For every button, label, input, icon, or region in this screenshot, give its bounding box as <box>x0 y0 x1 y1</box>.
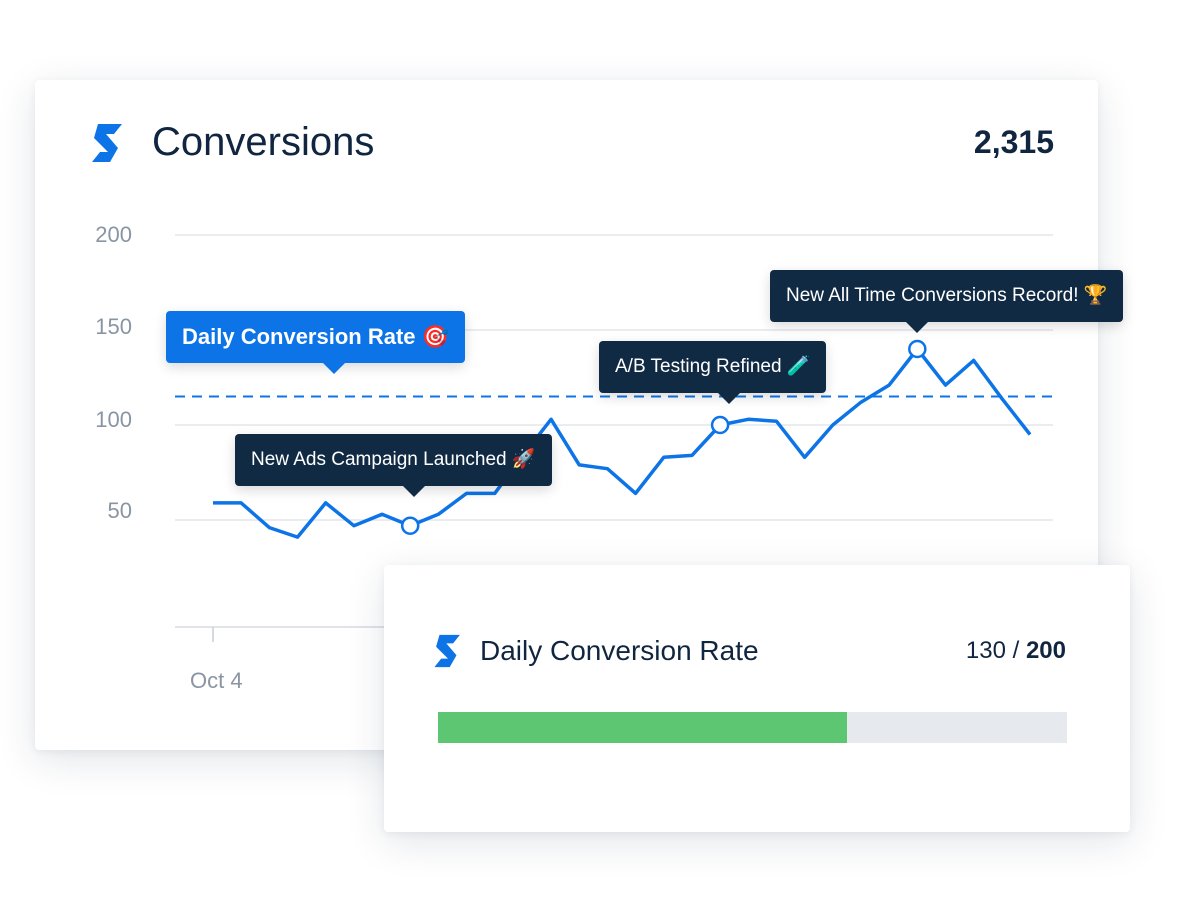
annotation-marker <box>908 339 927 359</box>
target-tooltip: Daily Conversion Rate 🎯 <box>166 311 466 374</box>
goal-card: Daily Conversion Rate 130 / 200 <box>384 565 1130 832</box>
goal-current: 130 <box>965 637 1006 664</box>
progress-bar-fill <box>438 712 847 743</box>
annotation-tooltip[interactable]: New Ads Campaign Launched 🚀 <box>235 434 552 497</box>
goal-target: 200 <box>1025 637 1066 664</box>
annotation-label: A/B Testing Refined 🧪 <box>615 356 811 377</box>
annotation-tooltip[interactable]: A/B Testing Refined 🧪 <box>599 341 827 404</box>
annotation-marker <box>710 415 730 435</box>
annotation-marker <box>400 516 420 535</box>
s-logo-icon <box>434 634 460 668</box>
goal-separator: / <box>1005 637 1026 664</box>
annotation-label: New Ads Campaign Launched 🚀 <box>251 449 536 470</box>
target-label: Daily Conversion Rate 🎯 <box>182 324 450 349</box>
progress-bar <box>438 712 1067 743</box>
goal-value: 130 / 200 <box>966 637 1066 665</box>
goal-title: Daily Conversion Rate <box>480 635 759 666</box>
annotation-tooltip[interactable]: New All Time Conversions Record! 🏆 <box>770 270 1124 333</box>
annotation-label: New All Time Conversions Record! 🏆 <box>786 285 1108 306</box>
